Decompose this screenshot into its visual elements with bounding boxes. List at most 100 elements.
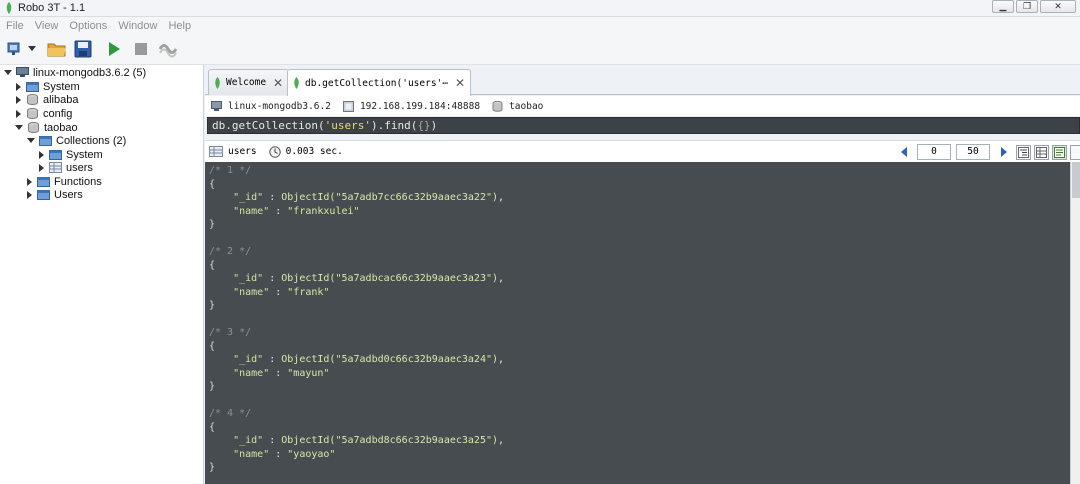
expand-arrow-icon[interactable]	[16, 95, 21, 104]
query-prefix: db.getCollection(	[212, 119, 325, 132]
field-value: ObjectId("5a7adbd8c66c32b9aaec3a25")	[281, 435, 499, 446]
address-info: 192.168.199.184:48888	[342, 100, 480, 112]
document-field-name: "name" : "frankxulei"	[233, 205, 360, 217]
open-brace: {	[209, 259, 216, 271]
folder-icon	[37, 177, 50, 187]
results-scrollbar[interactable]	[1070, 162, 1080, 484]
connect-icon	[7, 42, 20, 55]
tree-collection-system-label: System	[66, 148, 103, 161]
query-collection-arg: 'users'	[324, 119, 371, 132]
tree-root[interactable]: linux-mongodb3.6.2 (5)	[4, 66, 146, 79]
next-page-button[interactable]	[997, 145, 1009, 159]
expand-arrow-icon[interactable]	[27, 138, 35, 143]
tree-users[interactable]: Users	[27, 188, 83, 201]
query-filter: {}	[417, 119, 431, 132]
tab-query[interactable]: db.getCollection('users'⋯ ✕	[287, 69, 472, 96]
document-header: /* 2 */	[209, 246, 252, 257]
tree-collections-label: Collections (2)	[56, 134, 127, 147]
document-field-name: "name" : "mayun"	[233, 367, 330, 379]
stop-button[interactable]	[130, 39, 152, 59]
expand-arrow-icon[interactable]	[4, 70, 12, 75]
close-tab-icon[interactable]: ✕	[455, 76, 465, 90]
document-field-name: "name" : "frank"	[233, 286, 330, 298]
field-key: "name"	[233, 286, 270, 298]
document-field-id: "_id" : ObjectId("5a7adbd8c66c32b9aaec3a…	[233, 435, 505, 446]
field-key: "_id"	[233, 354, 264, 365]
folder-icon	[49, 150, 62, 160]
expand-arrow-icon[interactable]	[27, 177, 32, 186]
server-name: linux-mongodb3.6.2	[228, 100, 331, 112]
play-icon	[109, 42, 120, 56]
menu-view[interactable]: View	[35, 20, 59, 32]
tree-db-system[interactable]: System	[16, 80, 80, 93]
server-icon	[211, 100, 222, 111]
expand-arrow-icon[interactable]	[16, 82, 21, 91]
prev-page-button[interactable]	[898, 145, 910, 159]
tab-welcome[interactable]: Welcome ✕	[208, 69, 290, 95]
maximize-button[interactable]: ❐	[1016, 0, 1038, 13]
tree-functions-label: Functions	[54, 175, 102, 188]
expand-arrow-icon[interactable]	[39, 163, 44, 172]
text-view-icon	[1054, 146, 1065, 158]
server-icon	[16, 67, 29, 77]
mongodb-leaf-icon	[215, 76, 220, 89]
results-pane[interactable]: /* 1 */ { "_id" : ObjectId("5a7adb7cc66c…	[205, 162, 1070, 484]
pagination-controls: 0 50	[894, 142, 1080, 162]
expand-arrow-icon[interactable]	[15, 125, 23, 130]
database-info: taobao	[492, 100, 543, 112]
tree-functions[interactable]: Functions	[27, 175, 102, 188]
database-icon	[28, 122, 39, 133]
open-brace: {	[209, 178, 216, 190]
close-window-button[interactable]: ✕	[1040, 0, 1076, 13]
stop-icon	[135, 43, 147, 55]
expand-arrow-icon[interactable]	[27, 190, 32, 199]
limit-input[interactable]: 50	[956, 144, 990, 160]
scrollbar-thumb[interactable]	[1072, 162, 1080, 198]
text-view-button[interactable]	[1052, 144, 1067, 160]
field-value: ObjectId("5a7adbcac66c32b9aaec3a23")	[281, 273, 499, 284]
minimize-button[interactable]: ▁	[992, 0, 1014, 13]
execution-time: 0.003 sec.	[285, 146, 343, 157]
menu-options[interactable]: Options	[69, 20, 107, 32]
menu-help[interactable]: Help	[168, 20, 191, 32]
format-button[interactable]	[157, 39, 179, 59]
clock-icon	[268, 145, 281, 158]
field-key: "name"	[233, 205, 270, 217]
main-toolbar	[0, 34, 1080, 65]
format-icon	[158, 44, 178, 58]
tree-collection-users[interactable]: users	[39, 161, 93, 174]
expand-arrow-icon[interactable]	[16, 109, 21, 118]
menu-file[interactable]: File	[6, 20, 24, 32]
save-button[interactable]	[72, 39, 94, 59]
tree-db-taobao[interactable]: taobao	[15, 121, 78, 134]
tree-db-alibaba[interactable]: alibaba	[16, 93, 78, 106]
result-collection-name: users	[228, 146, 257, 157]
tree-view-button[interactable]	[1016, 144, 1031, 160]
tree-collection-system[interactable]: System	[39, 148, 103, 161]
database-icon	[27, 94, 38, 105]
more-view-button[interactable]	[1070, 144, 1080, 160]
chevron-left-icon	[900, 147, 907, 157]
menu-window[interactable]: Window	[118, 20, 157, 32]
expand-arrow-icon[interactable]	[39, 150, 44, 159]
tree-collections[interactable]: Collections (2)	[27, 134, 126, 147]
tree-db-config-label: config	[43, 107, 73, 120]
query-end: )	[430, 119, 438, 132]
tree-db-system-label: System	[43, 80, 80, 93]
tree-db-config[interactable]: config	[16, 107, 72, 120]
database-icon	[27, 108, 38, 119]
table-view-button[interactable]	[1034, 144, 1049, 160]
connect-button[interactable]	[5, 39, 27, 59]
close-tab-icon[interactable]: ✕	[273, 76, 283, 90]
query-editor[interactable]: db.getCollection('users').find({})	[207, 117, 1080, 134]
database-icon	[492, 100, 503, 112]
execute-button[interactable]	[103, 39, 125, 59]
tab-welcome-label: Welcome	[226, 77, 267, 88]
document-header: /* 3 */	[209, 327, 252, 338]
collection-icon	[209, 146, 223, 157]
connect-dropdown[interactable]	[26, 39, 38, 59]
tree-users-label: Users	[54, 188, 83, 201]
open-button[interactable]	[46, 39, 68, 59]
computer-icon	[342, 100, 354, 112]
skip-input[interactable]: 0	[917, 144, 951, 160]
